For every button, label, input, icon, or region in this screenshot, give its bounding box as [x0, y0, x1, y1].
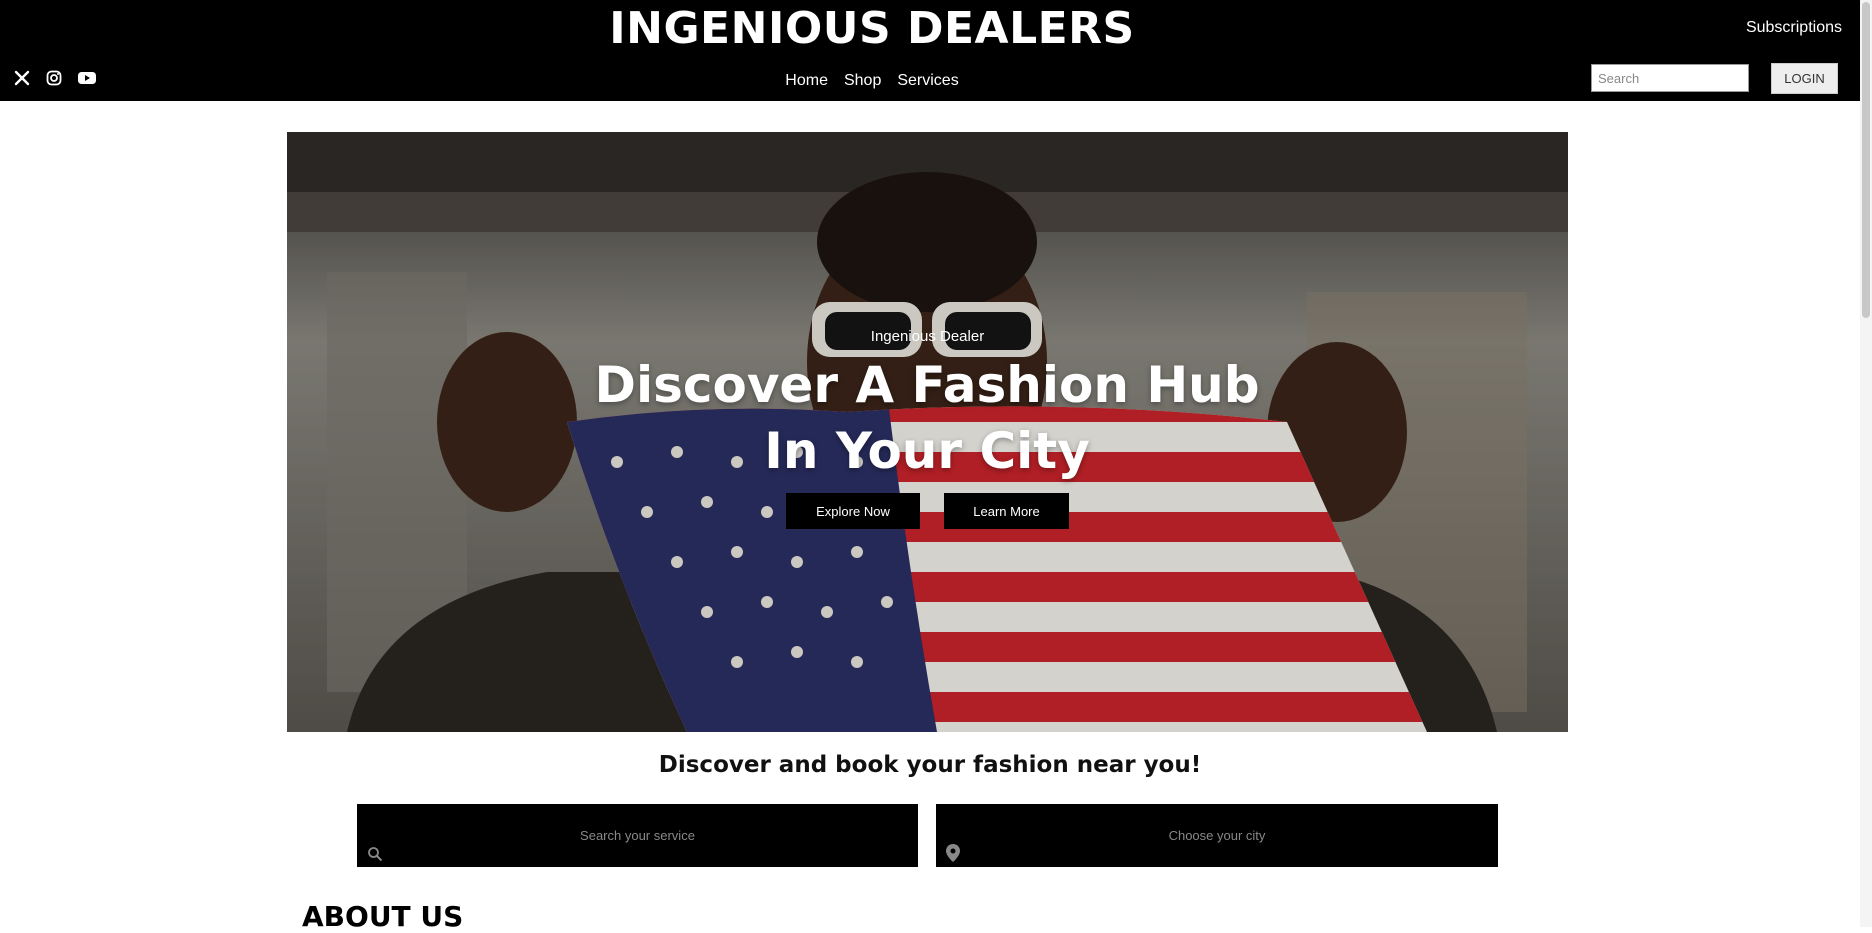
search-input[interactable] [1591, 64, 1749, 92]
login-button[interactable]: LOGIN [1771, 63, 1838, 94]
discover-heading: Discover and book your fashion near you! [658, 752, 1202, 778]
search-icon [367, 826, 383, 889]
hero-kicker: Ingenious Dealer [870, 328, 985, 345]
nav-shop[interactable]: Shop [844, 71, 881, 91]
scrollbar-thumb[interactable] [1862, 2, 1870, 318]
nav-services[interactable]: Services [897, 71, 958, 91]
subscriptions-link[interactable]: Subscriptions [1746, 18, 1842, 38]
site-header: INGENIOUS DEALERS Subscriptions Home Sho… [0, 0, 1860, 101]
service-search-field[interactable]: Search your service [357, 804, 918, 867]
service-placeholder: Search your service [580, 828, 695, 843]
hero-text: Ingenious Dealer Discover A Fashion Hub … [287, 132, 1568, 732]
hero-headline: Discover A Fashion Hub In Your City [594, 356, 1260, 480]
learn-more-button[interactable]: Learn More [944, 493, 1069, 529]
page-scrollbar[interactable] [1860, 0, 1872, 927]
about-heading: ABOUT US [302, 900, 464, 933]
nav-home[interactable]: Home [785, 71, 828, 91]
explore-now-button[interactable]: Explore Now [786, 493, 920, 529]
city-select-field[interactable]: Choose your city [936, 804, 1498, 867]
location-pin-icon [946, 826, 960, 889]
brand-title[interactable]: INGENIOUS DEALERS [0, 2, 1744, 56]
city-placeholder: Choose your city [1168, 828, 1266, 843]
hero-banner: Ingenious Dealer Discover A Fashion Hub … [287, 132, 1568, 732]
main-nav: Home Shop Services [0, 71, 1744, 91]
